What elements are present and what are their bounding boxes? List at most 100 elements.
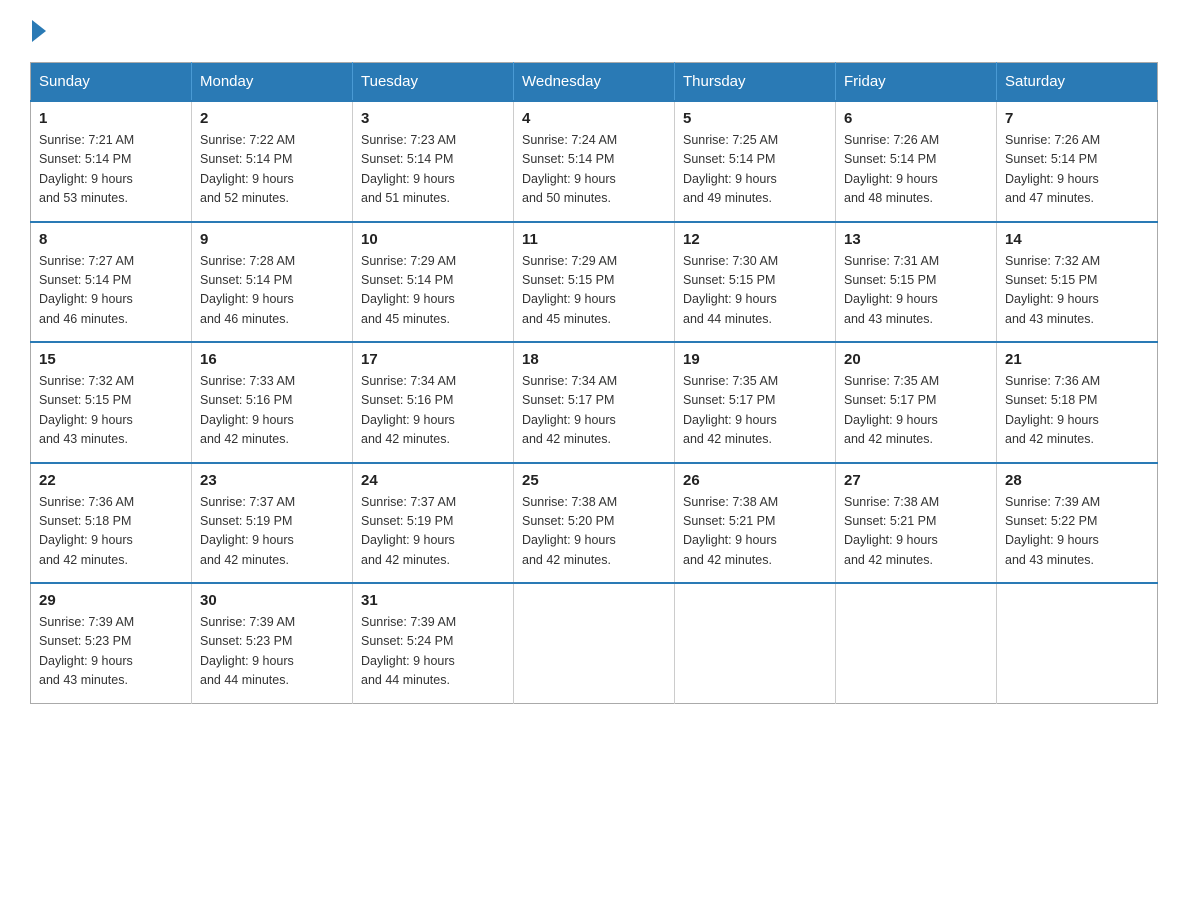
calendar-cell: 30 Sunrise: 7:39 AM Sunset: 5:23 PM Dayl… <box>192 583 353 703</box>
day-number: 14 <box>1005 231 1149 248</box>
day-number: 16 <box>200 351 344 368</box>
days-of-week-row: SundayMondayTuesdayWednesdayThursdayFrid… <box>31 63 1158 102</box>
day-number: 29 <box>39 592 183 609</box>
calendar-cell: 5 Sunrise: 7:25 AM Sunset: 5:14 PM Dayli… <box>675 101 836 222</box>
dow-header-friday: Friday <box>836 63 997 102</box>
dow-header-monday: Monday <box>192 63 353 102</box>
calendar-cell: 28 Sunrise: 7:39 AM Sunset: 5:22 PM Dayl… <box>997 463 1158 584</box>
day-number: 28 <box>1005 472 1149 489</box>
calendar-week-2: 8 Sunrise: 7:27 AM Sunset: 5:14 PM Dayli… <box>31 222 1158 343</box>
day-info: Sunrise: 7:30 AM Sunset: 5:15 PM Dayligh… <box>683 252 827 330</box>
day-info: Sunrise: 7:39 AM Sunset: 5:24 PM Dayligh… <box>361 613 505 691</box>
day-info: Sunrise: 7:39 AM Sunset: 5:23 PM Dayligh… <box>39 613 183 691</box>
dow-header-saturday: Saturday <box>997 63 1158 102</box>
day-number: 22 <box>39 472 183 489</box>
day-number: 3 <box>361 110 505 127</box>
day-info: Sunrise: 7:38 AM Sunset: 5:21 PM Dayligh… <box>683 493 827 571</box>
day-info: Sunrise: 7:26 AM Sunset: 5:14 PM Dayligh… <box>844 131 988 209</box>
day-number: 9 <box>200 231 344 248</box>
dow-header-thursday: Thursday <box>675 63 836 102</box>
calendar-cell: 17 Sunrise: 7:34 AM Sunset: 5:16 PM Dayl… <box>353 342 514 463</box>
day-number: 24 <box>361 472 505 489</box>
day-info: Sunrise: 7:34 AM Sunset: 5:17 PM Dayligh… <box>522 372 666 450</box>
calendar-cell <box>997 583 1158 703</box>
day-info: Sunrise: 7:36 AM Sunset: 5:18 PM Dayligh… <box>1005 372 1149 450</box>
day-number: 15 <box>39 351 183 368</box>
day-number: 11 <box>522 231 666 248</box>
calendar-cell: 27 Sunrise: 7:38 AM Sunset: 5:21 PM Dayl… <box>836 463 997 584</box>
calendar-week-4: 22 Sunrise: 7:36 AM Sunset: 5:18 PM Dayl… <box>31 463 1158 584</box>
calendar-table: SundayMondayTuesdayWednesdayThursdayFrid… <box>30 62 1158 704</box>
day-info: Sunrise: 7:39 AM Sunset: 5:23 PM Dayligh… <box>200 613 344 691</box>
day-info: Sunrise: 7:27 AM Sunset: 5:14 PM Dayligh… <box>39 252 183 330</box>
calendar-cell <box>675 583 836 703</box>
day-number: 7 <box>1005 110 1149 127</box>
calendar-cell <box>836 583 997 703</box>
calendar-cell: 24 Sunrise: 7:37 AM Sunset: 5:19 PM Dayl… <box>353 463 514 584</box>
day-info: Sunrise: 7:23 AM Sunset: 5:14 PM Dayligh… <box>361 131 505 209</box>
day-info: Sunrise: 7:25 AM Sunset: 5:14 PM Dayligh… <box>683 131 827 209</box>
dow-header-wednesday: Wednesday <box>514 63 675 102</box>
calendar-header: SundayMondayTuesdayWednesdayThursdayFrid… <box>31 63 1158 102</box>
day-info: Sunrise: 7:24 AM Sunset: 5:14 PM Dayligh… <box>522 131 666 209</box>
day-number: 6 <box>844 110 988 127</box>
calendar-cell: 19 Sunrise: 7:35 AM Sunset: 5:17 PM Dayl… <box>675 342 836 463</box>
day-info: Sunrise: 7:36 AM Sunset: 5:18 PM Dayligh… <box>39 493 183 571</box>
day-info: Sunrise: 7:31 AM Sunset: 5:15 PM Dayligh… <box>844 252 988 330</box>
calendar-week-5: 29 Sunrise: 7:39 AM Sunset: 5:23 PM Dayl… <box>31 583 1158 703</box>
calendar-cell: 29 Sunrise: 7:39 AM Sunset: 5:23 PM Dayl… <box>31 583 192 703</box>
calendar-cell: 10 Sunrise: 7:29 AM Sunset: 5:14 PM Dayl… <box>353 222 514 343</box>
calendar-cell: 6 Sunrise: 7:26 AM Sunset: 5:14 PM Dayli… <box>836 101 997 222</box>
day-number: 10 <box>361 231 505 248</box>
day-info: Sunrise: 7:38 AM Sunset: 5:21 PM Dayligh… <box>844 493 988 571</box>
day-info: Sunrise: 7:37 AM Sunset: 5:19 PM Dayligh… <box>200 493 344 571</box>
calendar-cell: 31 Sunrise: 7:39 AM Sunset: 5:24 PM Dayl… <box>353 583 514 703</box>
day-number: 13 <box>844 231 988 248</box>
calendar-cell: 7 Sunrise: 7:26 AM Sunset: 5:14 PM Dayli… <box>997 101 1158 222</box>
calendar-cell: 13 Sunrise: 7:31 AM Sunset: 5:15 PM Dayl… <box>836 222 997 343</box>
day-number: 26 <box>683 472 827 489</box>
day-info: Sunrise: 7:33 AM Sunset: 5:16 PM Dayligh… <box>200 372 344 450</box>
dow-header-tuesday: Tuesday <box>353 63 514 102</box>
day-number: 20 <box>844 351 988 368</box>
calendar-cell: 16 Sunrise: 7:33 AM Sunset: 5:16 PM Dayl… <box>192 342 353 463</box>
day-number: 18 <box>522 351 666 368</box>
dow-header-sunday: Sunday <box>31 63 192 102</box>
logo-arrow-icon <box>32 20 46 42</box>
calendar-cell: 26 Sunrise: 7:38 AM Sunset: 5:21 PM Dayl… <box>675 463 836 584</box>
calendar-cell: 4 Sunrise: 7:24 AM Sunset: 5:14 PM Dayli… <box>514 101 675 222</box>
day-number: 17 <box>361 351 505 368</box>
calendar-cell: 8 Sunrise: 7:27 AM Sunset: 5:14 PM Dayli… <box>31 222 192 343</box>
day-number: 25 <box>522 472 666 489</box>
day-info: Sunrise: 7:22 AM Sunset: 5:14 PM Dayligh… <box>200 131 344 209</box>
calendar-cell: 2 Sunrise: 7:22 AM Sunset: 5:14 PM Dayli… <box>192 101 353 222</box>
day-info: Sunrise: 7:35 AM Sunset: 5:17 PM Dayligh… <box>844 372 988 450</box>
day-info: Sunrise: 7:21 AM Sunset: 5:14 PM Dayligh… <box>39 131 183 209</box>
day-number: 27 <box>844 472 988 489</box>
day-info: Sunrise: 7:29 AM Sunset: 5:14 PM Dayligh… <box>361 252 505 330</box>
calendar-week-1: 1 Sunrise: 7:21 AM Sunset: 5:14 PM Dayli… <box>31 101 1158 222</box>
calendar-cell <box>514 583 675 703</box>
day-number: 23 <box>200 472 344 489</box>
day-number: 19 <box>683 351 827 368</box>
day-info: Sunrise: 7:29 AM Sunset: 5:15 PM Dayligh… <box>522 252 666 330</box>
calendar-cell: 14 Sunrise: 7:32 AM Sunset: 5:15 PM Dayl… <box>997 222 1158 343</box>
day-info: Sunrise: 7:35 AM Sunset: 5:17 PM Dayligh… <box>683 372 827 450</box>
day-info: Sunrise: 7:28 AM Sunset: 5:14 PM Dayligh… <box>200 252 344 330</box>
day-info: Sunrise: 7:37 AM Sunset: 5:19 PM Dayligh… <box>361 493 505 571</box>
calendar-cell: 3 Sunrise: 7:23 AM Sunset: 5:14 PM Dayli… <box>353 101 514 222</box>
day-number: 12 <box>683 231 827 248</box>
day-info: Sunrise: 7:38 AM Sunset: 5:20 PM Dayligh… <box>522 493 666 571</box>
calendar-cell: 20 Sunrise: 7:35 AM Sunset: 5:17 PM Dayl… <box>836 342 997 463</box>
page-header <box>30 20 1158 44</box>
day-info: Sunrise: 7:39 AM Sunset: 5:22 PM Dayligh… <box>1005 493 1149 571</box>
calendar-cell: 9 Sunrise: 7:28 AM Sunset: 5:14 PM Dayli… <box>192 222 353 343</box>
calendar-cell: 22 Sunrise: 7:36 AM Sunset: 5:18 PM Dayl… <box>31 463 192 584</box>
calendar-cell: 23 Sunrise: 7:37 AM Sunset: 5:19 PM Dayl… <box>192 463 353 584</box>
day-number: 2 <box>200 110 344 127</box>
calendar-cell: 1 Sunrise: 7:21 AM Sunset: 5:14 PM Dayli… <box>31 101 192 222</box>
day-number: 4 <box>522 110 666 127</box>
day-number: 1 <box>39 110 183 127</box>
day-number: 5 <box>683 110 827 127</box>
calendar-week-3: 15 Sunrise: 7:32 AM Sunset: 5:15 PM Dayl… <box>31 342 1158 463</box>
